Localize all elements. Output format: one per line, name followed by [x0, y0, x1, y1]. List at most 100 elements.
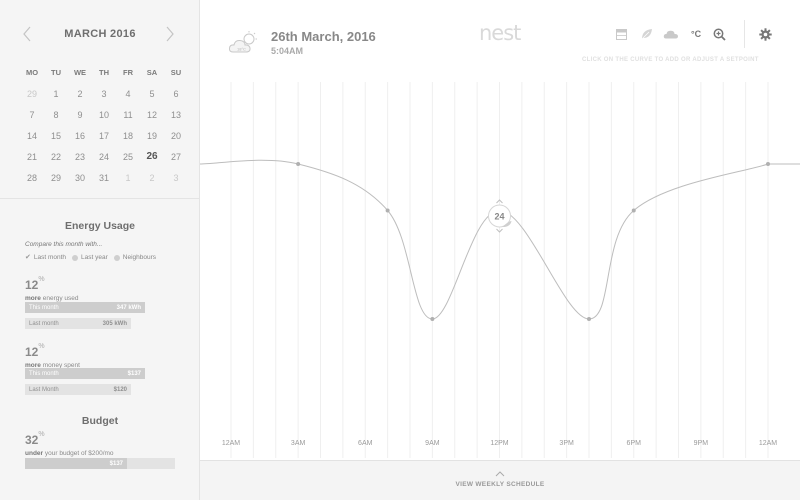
calendar-week-row: 28 29 30 31 1 2 3 — [20, 167, 188, 188]
x-tick-label: 3AM — [291, 440, 306, 447]
chevron-right-icon — [166, 26, 174, 42]
money-stat: 12% more money spent — [25, 343, 80, 369]
calendar-day[interactable]: 13 — [164, 110, 188, 120]
energy-stat-value: 12 — [25, 278, 39, 292]
x-tick-label: 12AM — [222, 440, 240, 447]
money-stat-unit: % — [38, 343, 45, 350]
energy-stat: 12% more energy used — [25, 276, 79, 302]
setpoint-dot[interactable] — [430, 317, 435, 321]
calendar-day[interactable]: 1 — [44, 89, 68, 99]
calendar-day[interactable]: 18 — [116, 131, 140, 141]
calendar-day[interactable]: 4 — [116, 89, 140, 99]
weekday-label: MO — [25, 68, 39, 77]
comparison-bar: Last month 305 kWh — [25, 318, 131, 329]
calendar-day[interactable]: 3 — [164, 173, 188, 183]
setpoint-dot[interactable] — [385, 208, 390, 213]
next-month-button[interactable] — [165, 24, 179, 44]
calendar-day[interactable]: 27 — [164, 152, 188, 162]
sidebar: MARCH 2016 MO TU WE TH FR SA SU 29 1 2 3 4 5 6 7 8 9 10 11… — [0, 0, 200, 500]
calendar-day[interactable]: 11 — [116, 110, 140, 120]
calendar-day[interactable]: 20 — [164, 131, 188, 141]
calendar-day[interactable]: 1 — [116, 173, 140, 183]
calendar-day[interactable]: 14 — [20, 131, 44, 141]
calendar-day[interactable]: 3 — [92, 89, 116, 99]
energy-stat-bold: more — [25, 295, 41, 302]
comparison-bar-label: Last month — [29, 320, 59, 327]
calendar-week-row: 21 22 23 24 25 26 27 — [20, 146, 188, 167]
calendar-day-today[interactable]: 26 — [140, 151, 164, 162]
schedule-chart-svg[interactable]: 24 12AM 3AM 6AM 9AM 12PM 3PM 6PM 9PM 12AM — [200, 0, 800, 460]
active-setpoint-value: 24 — [494, 212, 504, 222]
compare-option[interactable]: Neighbours — [113, 254, 157, 261]
calendar-weekday-row: MO TU WE TH FR SA SU — [20, 62, 188, 83]
calendar-day[interactable]: 29 — [20, 89, 44, 99]
calendar-day[interactable]: 9 — [68, 110, 92, 120]
weekday-label: TH — [99, 68, 109, 77]
budget-bar-track: $137 — [25, 458, 175, 469]
setpoint-dot[interactable] — [296, 162, 301, 166]
calendar-day[interactable]: 16 — [68, 131, 92, 141]
compare-option[interactable]: Last year — [72, 254, 108, 261]
calendar-day[interactable]: 28 — [20, 173, 44, 183]
calendar-day[interactable]: 30 — [68, 173, 92, 183]
budget-bar-fill: $137 — [25, 458, 127, 469]
comparison-bar-value: 347 kWh — [116, 304, 141, 311]
budget-title: Budget — [81, 415, 119, 427]
calendar-day[interactable]: 2 — [68, 89, 92, 99]
calendar-day[interactable]: 25 — [116, 152, 140, 162]
calendar-day[interactable]: 7 — [20, 110, 44, 120]
budget-stat: 32% under your budget of $200/mo — [25, 431, 114, 457]
x-tick-label: 12PM — [490, 440, 508, 447]
x-tick-label: 12AM — [759, 440, 777, 447]
money-stat-value: 12 — [25, 345, 39, 359]
comparison-bar-value: 305 kWh — [102, 320, 127, 327]
energy-stat-unit: % — [38, 276, 45, 283]
budget-stat-value: 32 — [25, 433, 39, 447]
calendar-grid: MO TU WE TH FR SA SU 29 1 2 3 4 5 6 7 8 9 10 11 12 13 14 15 16 1… — [20, 62, 188, 188]
x-tick-label: 6AM — [358, 440, 373, 447]
footer-bar: VIEW WEEKLY SCHEDULE — [200, 460, 800, 500]
calendar-day[interactable]: 12 — [140, 110, 164, 120]
calendar-day[interactable]: 21 — [20, 152, 44, 162]
compare-options: ✔ Last month Last year Neighbours — [25, 254, 157, 262]
compare-option-label: Last month — [33, 254, 67, 261]
compare-option-label: Last year — [81, 254, 108, 261]
calendar-day[interactable]: 24 — [92, 152, 116, 162]
energy-usage-title: Energy Usage — [64, 220, 136, 232]
calendar-day[interactable]: 22 — [44, 152, 68, 162]
setpoint-dot[interactable] — [766, 162, 770, 166]
setpoint-dot[interactable] — [587, 317, 591, 321]
calendar-day[interactable]: 2 — [140, 173, 164, 183]
weekday-label: FR — [123, 68, 133, 77]
setpoint-dot[interactable] — [631, 208, 636, 213]
view-weekly-schedule-button[interactable]: VIEW WEEKLY SCHEDULE — [200, 471, 800, 488]
calendar-day[interactable]: 15 — [44, 131, 68, 141]
calendar-day[interactable]: 17 — [92, 131, 116, 141]
chevron-up-icon — [495, 471, 505, 477]
x-tick-label: 6PM — [627, 440, 642, 447]
energy-stat-desc: energy used — [42, 295, 79, 302]
calendar-day[interactable]: 6 — [164, 89, 188, 99]
calendar-day[interactable]: 10 — [92, 110, 116, 120]
calendar-week-row: 7 8 9 10 11 12 13 — [20, 104, 188, 125]
calendar-day[interactable]: 31 — [92, 173, 116, 183]
weekday-label: TU — [51, 68, 61, 77]
calendar-day[interactable]: 19 — [140, 131, 164, 141]
x-tick-label: 9PM — [694, 440, 709, 447]
budget-stat-desc: your budget of $200/mo — [44, 450, 114, 457]
calendar-header: MARCH 2016 — [0, 24, 200, 44]
weekday-label: WE — [73, 68, 87, 77]
calendar-day[interactable]: 29 — [44, 173, 68, 183]
view-weekly-schedule-label: VIEW WEEKLY SCHEDULE — [455, 481, 545, 488]
schedule-chart[interactable]: 24 12AM 3AM 6AM 9AM 12PM 3PM 6PM 9PM 12AM — [200, 0, 800, 460]
compare-option-label: Neighbours — [122, 254, 157, 261]
budget-bar-value: $137 — [109, 460, 123, 467]
calendar-day[interactable]: 23 — [68, 152, 92, 162]
compare-option[interactable]: ✔ Last month — [25, 254, 67, 262]
comparison-bar: Last Month $120 — [25, 384, 131, 395]
sidebar-divider — [0, 198, 200, 199]
calendar-week-row: 14 15 16 17 18 19 20 — [20, 125, 188, 146]
budget-stat-unit: % — [38, 431, 45, 438]
calendar-day[interactable]: 5 — [140, 89, 164, 99]
calendar-day[interactable]: 8 — [44, 110, 68, 120]
